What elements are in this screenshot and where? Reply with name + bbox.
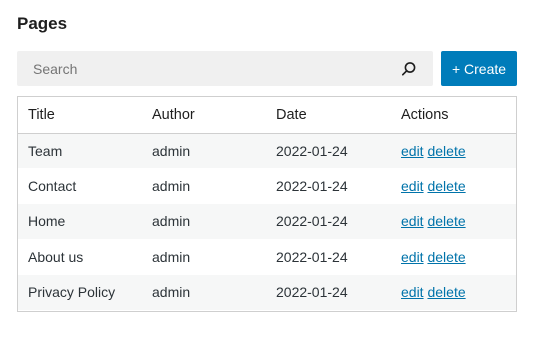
cell-date: 2022-01-24	[276, 248, 348, 265]
cell-author: admin	[152, 248, 191, 265]
search-input[interactable]	[17, 51, 387, 86]
delete-link[interactable]: delete	[427, 213, 465, 229]
delete-link[interactable]: delete	[427, 284, 465, 300]
edit-link[interactable]: edit	[401, 249, 424, 265]
cell-date: 2022-01-24	[276, 142, 348, 159]
delete-link[interactable]: delete	[427, 249, 465, 265]
cell-title: Privacy Policy	[28, 284, 116, 301]
cell-date: 2022-01-24	[276, 284, 348, 301]
column-header-date[interactable]: Date	[266, 97, 391, 133]
column-header-actions: Actions	[401, 106, 449, 123]
search-icon[interactable]	[400, 60, 418, 78]
cell-actions: edit delete	[391, 275, 516, 310]
table-header-row: Title Author Date Actions	[18, 97, 516, 133]
table-row: Team admin 2022-01-24 edit delete	[18, 133, 516, 169]
cell-title: Home	[28, 213, 66, 230]
edit-link[interactable]: edit	[401, 284, 424, 300]
edit-link[interactable]: edit	[401, 143, 424, 159]
cell-actions: edit delete	[391, 239, 516, 274]
edit-link[interactable]: edit	[401, 178, 424, 194]
cell-author: admin	[152, 213, 191, 230]
page-title: Pages	[17, 14, 68, 33]
cell-title: Team	[28, 142, 63, 159]
cell-title: About us	[28, 248, 84, 265]
column-header-title[interactable]: Title	[18, 97, 142, 133]
cell-author: admin	[152, 284, 191, 301]
cell-date: 2022-01-24	[276, 213, 348, 230]
cell-date: 2022-01-24	[276, 178, 348, 195]
column-header-author[interactable]: Author	[142, 97, 266, 133]
delete-link[interactable]: delete	[427, 143, 465, 159]
edit-link[interactable]: edit	[401, 213, 424, 229]
table-row: Contact admin 2022-01-24 edit delete	[18, 168, 516, 204]
table-row: About us admin 2022-01-24 edit delete	[18, 239, 516, 275]
table-row: Privacy Policy admin 2022-01-24 edit del…	[18, 274, 516, 310]
table-row: Home admin 2022-01-24 edit delete	[18, 203, 516, 240]
delete-link[interactable]: delete	[427, 178, 465, 194]
cell-actions: edit delete	[391, 133, 516, 168]
search-box	[17, 51, 433, 86]
cell-author: admin	[152, 178, 191, 195]
pages-table: Title Author Date Actions Team admin 202…	[17, 96, 517, 312]
cell-title: Contact	[28, 178, 77, 195]
cell-actions: edit delete	[391, 204, 516, 239]
cell-actions: edit delete	[391, 168, 516, 203]
cell-author: admin	[152, 142, 191, 159]
create-button[interactable]: + Create	[441, 51, 517, 86]
